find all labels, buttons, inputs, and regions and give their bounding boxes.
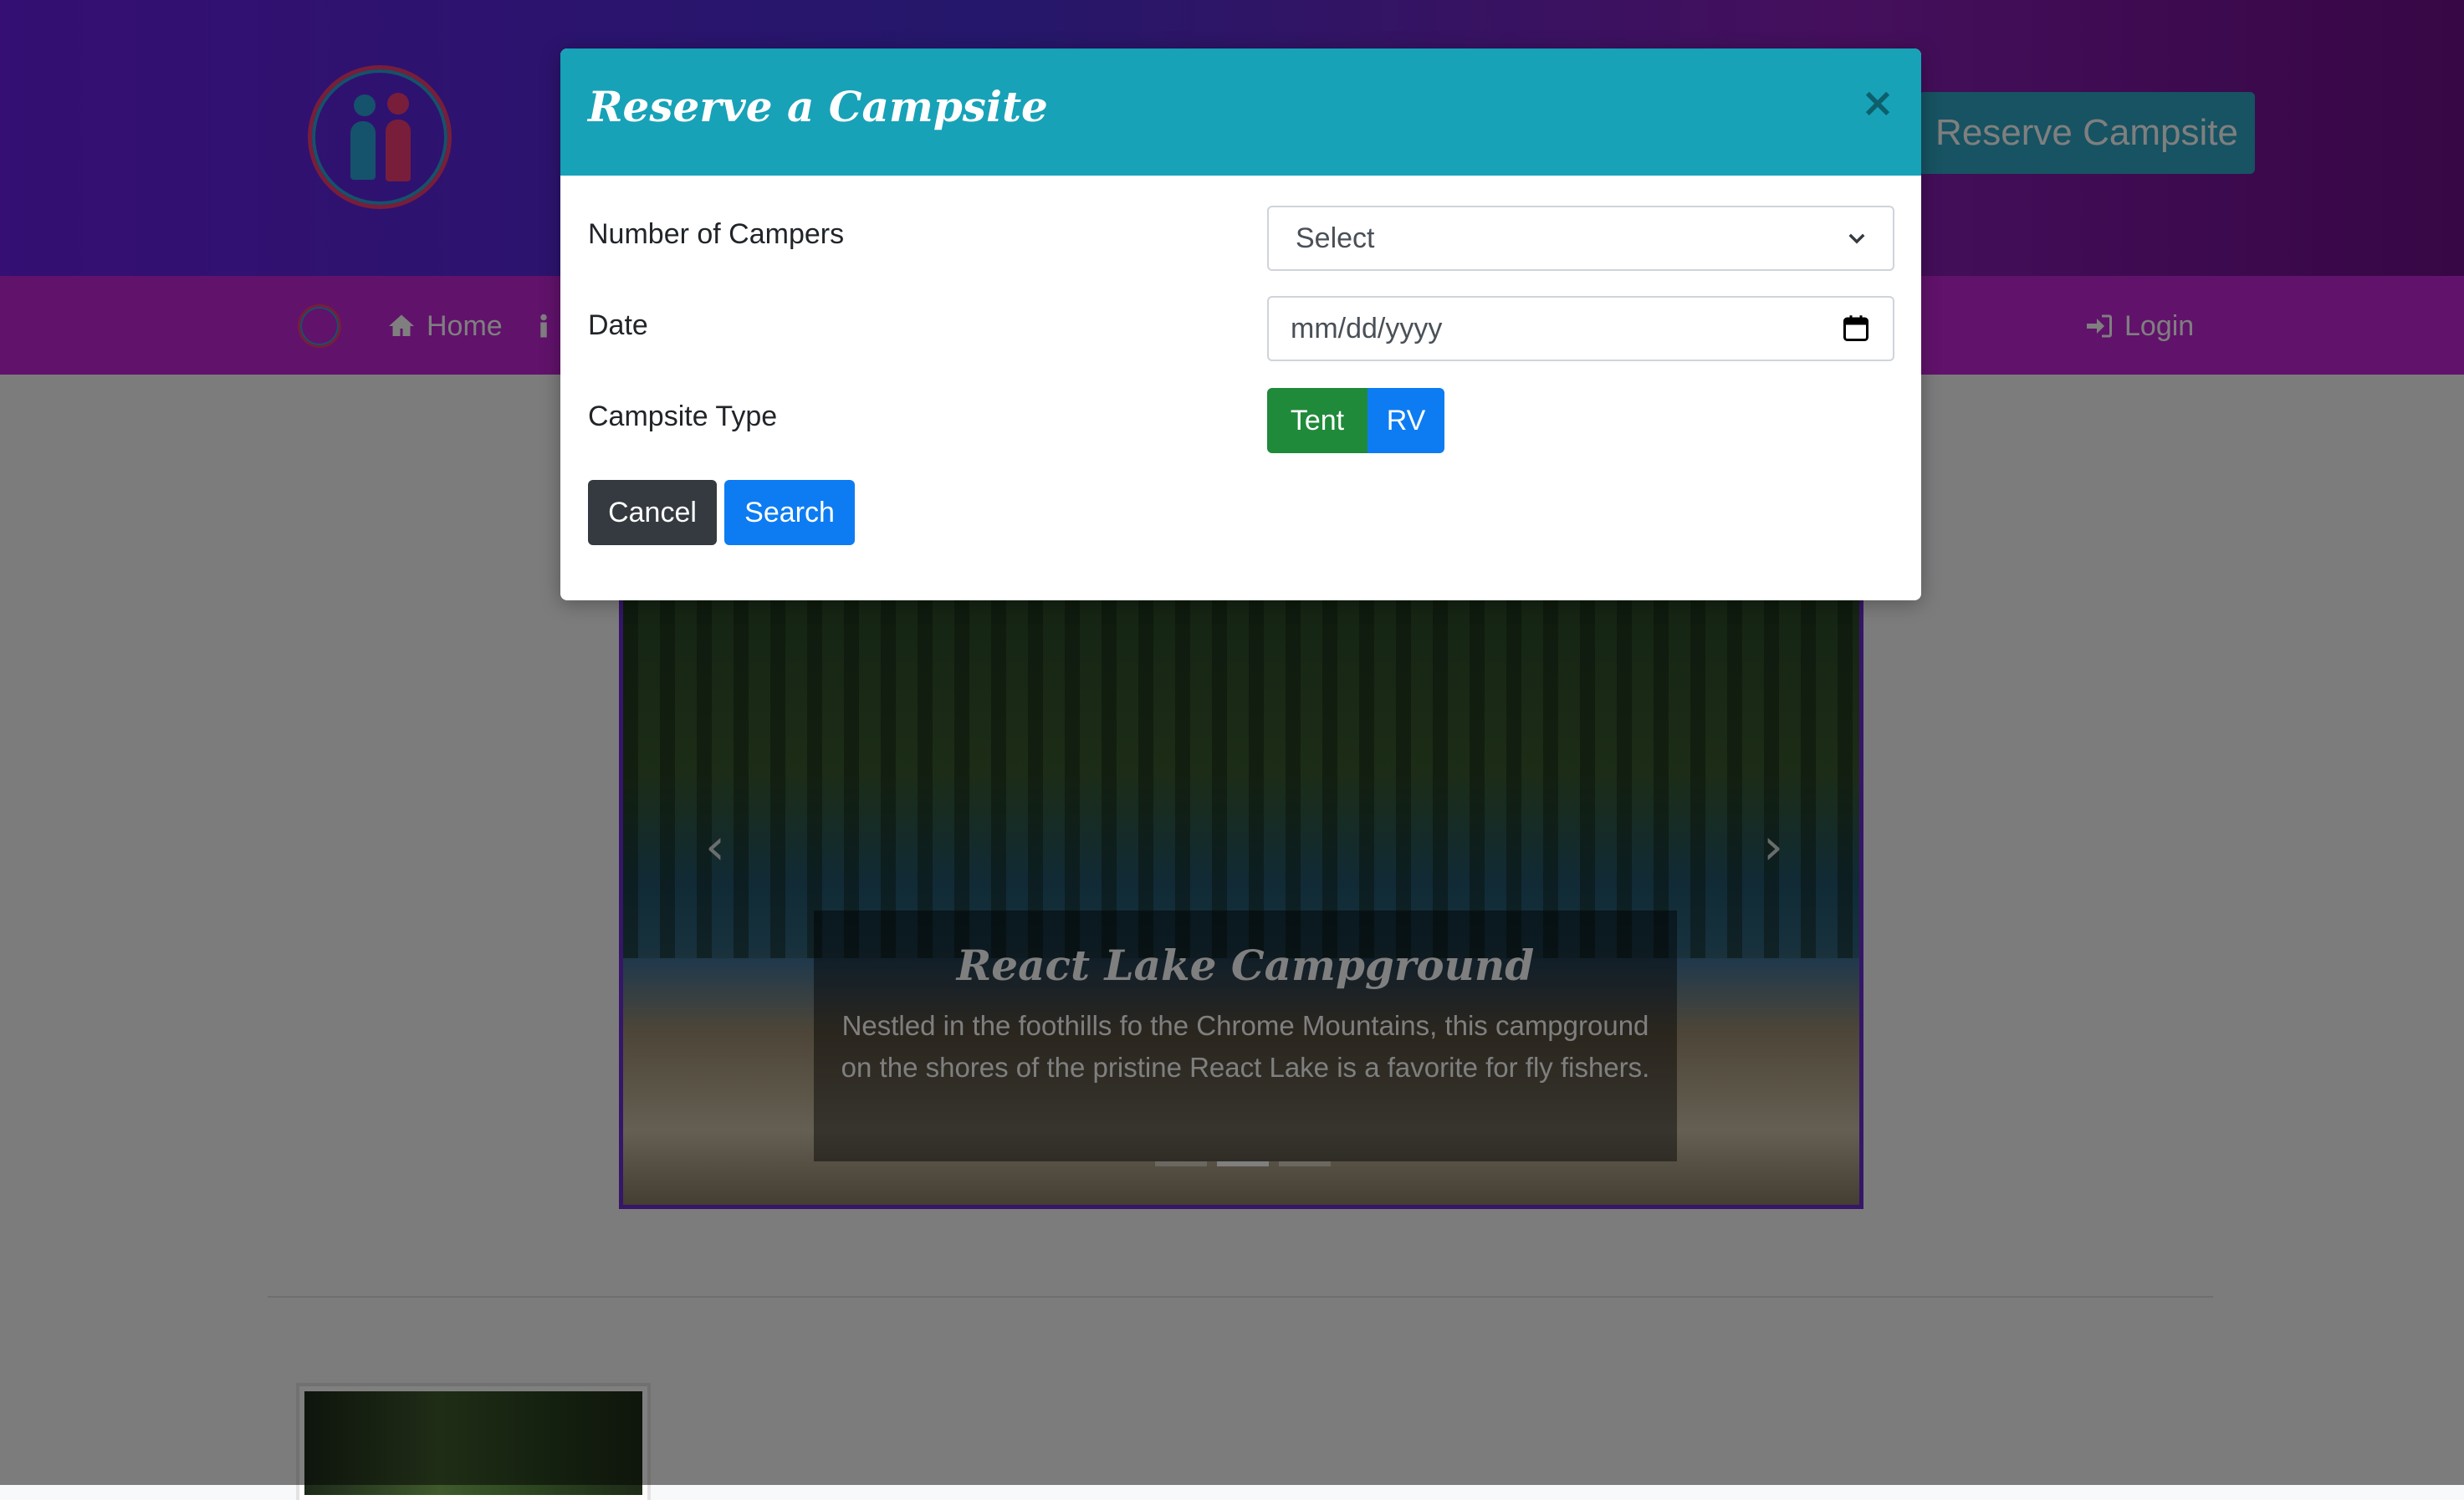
campers-label: Number of Campers bbox=[588, 218, 845, 250]
close-icon[interactable]: × bbox=[1857, 82, 1899, 124]
modal-header: Reserve a Campsite × bbox=[560, 48, 1921, 176]
cancel-button[interactable]: Cancel bbox=[588, 480, 717, 545]
date-label: Date bbox=[588, 309, 648, 341]
campers-select-value: Select bbox=[1296, 222, 1375, 254]
campers-select[interactable]: Select bbox=[1267, 206, 1894, 271]
date-placeholder: mm/dd/yyyy bbox=[1291, 312, 1443, 344]
search-button[interactable]: Search bbox=[724, 480, 855, 545]
chevron-down-icon bbox=[1848, 233, 1865, 244]
reserve-modal: Reserve a Campsite × Number of Campers S… bbox=[560, 48, 1921, 600]
rv-button[interactable]: RV bbox=[1367, 388, 1444, 453]
calendar-icon[interactable] bbox=[1841, 314, 1871, 344]
date-field[interactable]: mm/dd/yyyy bbox=[1267, 296, 1894, 361]
campsite-type-toggle: Tent RV bbox=[1267, 388, 1444, 453]
modal-title: Reserve a Campsite bbox=[588, 82, 1048, 131]
campsite-type-label: Campsite Type bbox=[588, 401, 778, 432]
tent-button[interactable]: Tent bbox=[1267, 388, 1367, 453]
